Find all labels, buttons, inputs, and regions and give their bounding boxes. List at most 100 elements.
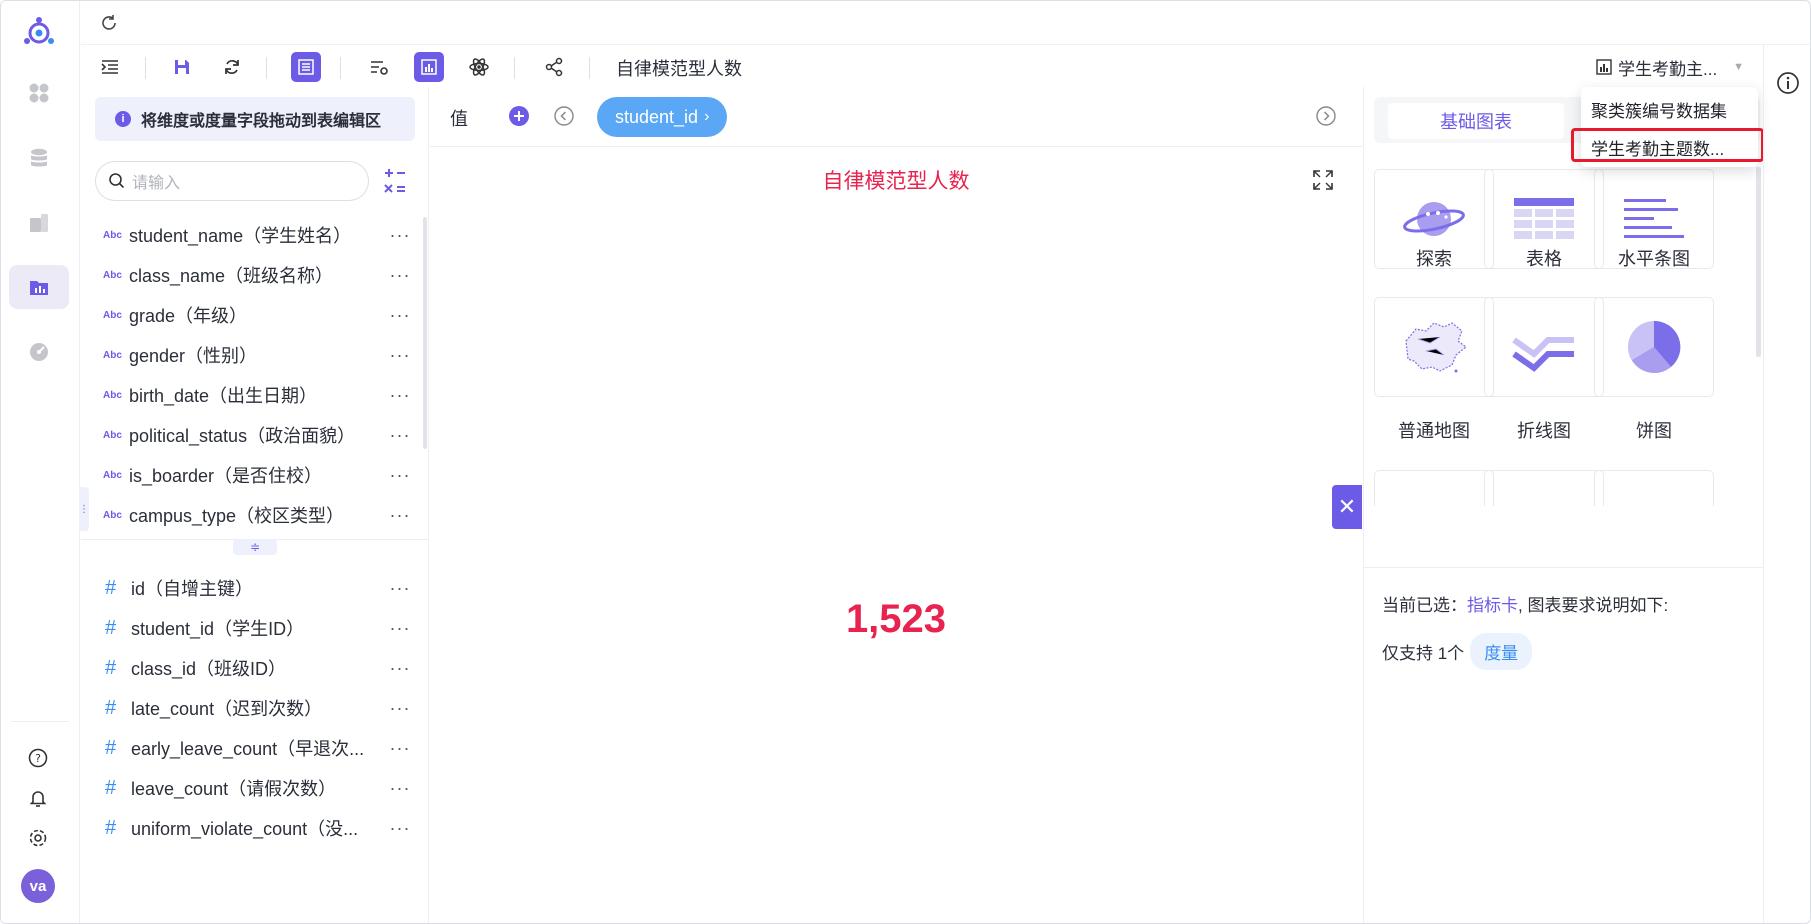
more-options-icon[interactable]: ··· [385, 465, 415, 486]
chart-card-line[interactable] [1484, 297, 1604, 397]
number-type-icon: # [105, 696, 117, 719]
text-type-icon: Abc [103, 349, 122, 361]
value-label: 值 [450, 109, 468, 129]
more-options-icon[interactable]: ··· [385, 505, 415, 526]
datasource-nav-icon[interactable] [9, 136, 69, 180]
dimension-field-item[interactable]: Abc political_status（政治面貌） ··· [95, 415, 415, 455]
field-name: grade（年级） [129, 306, 248, 326]
field-name: id（自增主键） [131, 579, 254, 599]
more-options-icon[interactable]: ··· [385, 578, 415, 599]
sync-icon[interactable] [217, 52, 247, 82]
dimension-field-item[interactable]: Abc campus_type（校区类型） ··· [95, 495, 415, 535]
dashboard-nav-icon[interactable] [9, 71, 69, 115]
app-logo[interactable] [19, 15, 59, 51]
number-type-icon: # [105, 776, 117, 799]
dataset-nav-icon[interactable] [9, 201, 69, 245]
pie-chart-icon [1628, 320, 1681, 373]
selected-chart-name[interactable]: 指标卡 [1467, 596, 1518, 615]
panel-resize-handle[interactable]: ⋮ [79, 487, 89, 531]
value-field-pill[interactable]: student_id › [597, 97, 728, 137]
more-options-icon[interactable]: ··· [385, 265, 415, 286]
dataset-chart-icon [1596, 59, 1612, 75]
more-options-icon[interactable]: ··· [385, 385, 415, 406]
dimension-field-item[interactable]: Abc class_name（班级名称） ··· [95, 255, 415, 295]
drag-hint: i 将维度或度量字段拖动到表编辑区 [95, 97, 415, 141]
settings-gear-icon[interactable] [27, 827, 49, 854]
dataset-selector[interactable]: 学生考勤主... ▼ [1596, 54, 1744, 80]
more-options-icon[interactable]: ··· [385, 818, 415, 839]
more-options-icon[interactable]: ··· [385, 305, 415, 326]
measure-field-item[interactable]: # student_id（学生ID） ··· [95, 608, 415, 648]
chart-card-map[interactable] [1374, 297, 1494, 397]
chart-card-partial[interactable] [1484, 470, 1604, 506]
more-options-icon[interactable]: ··· [385, 738, 415, 759]
more-options-icon[interactable]: ··· [385, 778, 415, 799]
add-field-icon[interactable] [508, 105, 530, 132]
top-bar [81, 1, 1810, 45]
number-type-icon: # [105, 576, 117, 599]
field-name: student_id（学生ID） [131, 619, 305, 639]
tab-basic-charts[interactable]: 基础图表 [1388, 103, 1564, 139]
search-icon [109, 173, 125, 189]
dimension-field-item[interactable]: Abc gender（性别） ··· [95, 335, 415, 375]
measure-field-item[interactable]: # id（自增主键） ··· [95, 568, 415, 608]
measure-field-item[interactable]: # uniform_violate_count（没... ··· [95, 808, 415, 848]
fullscreen-icon[interactable] [1312, 169, 1334, 196]
field-search-input[interactable]: 请输入 [95, 161, 369, 201]
share-icon[interactable] [539, 52, 569, 82]
save-icon[interactable] [167, 52, 197, 82]
chart-card-pie[interactable] [1594, 297, 1714, 397]
help-icon[interactable]: ? [27, 747, 49, 774]
field-name: student_name（学生姓名） [129, 226, 352, 246]
number-type-icon: # [105, 656, 117, 679]
chart-card-partial[interactable] [1374, 470, 1494, 506]
filter-settings-icon[interactable] [364, 52, 394, 82]
measure-field-item[interactable]: # class_id（班级ID） ··· [95, 648, 415, 688]
fields-scrollbar[interactable] [423, 217, 427, 449]
desc-suffix: , 图表要求说明如下: [1518, 596, 1669, 615]
more-options-icon[interactable]: ··· [385, 345, 415, 366]
bell-icon[interactable] [27, 787, 49, 814]
chart-name[interactable]: 自律模范型人数 [616, 55, 742, 81]
text-type-icon: Abc [103, 429, 122, 441]
more-options-icon[interactable]: ··· [385, 225, 415, 246]
field-name: uniform_violate_count（没... [131, 819, 359, 839]
dropdown-item-cluster-dataset[interactable]: 聚类簇编号数据集 [1591, 97, 1727, 122]
more-options-icon[interactable]: ··· [385, 658, 415, 679]
dimension-field-item[interactable]: Abc grade（年级） ··· [95, 295, 415, 335]
user-avatar[interactable]: va [21, 869, 55, 903]
scroll-right-icon[interactable] [1316, 106, 1336, 131]
fields-panel: i 将维度或度量字段拖动到表编辑区 请输入 Abc student_name（学生… [79, 87, 429, 923]
chart-type-panel: 基础图表 探索 表格 水平条图 普通地图 折线图 饼图 当前已选：指标卡, 图表… [1363, 87, 1764, 923]
info-icon[interactable] [1776, 71, 1800, 100]
chart-label-table: 表格 [1526, 249, 1562, 269]
close-chart-panel-icon[interactable]: ✕ [1332, 485, 1362, 529]
measure-field-item[interactable]: # late_count（迟到次数） ··· [95, 688, 415, 728]
field-name: class_name（班级名称） [129, 266, 334, 286]
measure-field-item[interactable]: # leave_count（请假次数） ··· [95, 768, 415, 808]
dimension-field-item[interactable]: Abc student_name（学生姓名） ··· [95, 215, 415, 255]
data-view-icon[interactable] [291, 52, 321, 82]
calculated-field-icon[interactable] [381, 167, 409, 200]
measure-field-item[interactable]: # early_leave_count（早退次... ··· [95, 728, 415, 768]
chart-label-map: 普通地图 [1398, 421, 1470, 441]
chart-view-icon[interactable] [414, 52, 444, 82]
field-name: political_status（政治面貌） [129, 426, 356, 446]
chart-nav-icon[interactable] [9, 265, 69, 309]
splitter-handle[interactable]: ≑ [233, 539, 277, 555]
svg-text:?: ? [35, 752, 41, 765]
more-options-icon[interactable]: ··· [385, 698, 415, 719]
field-name: campus_type（校区类型） [129, 506, 345, 526]
chart-label-line: 折线图 [1517, 421, 1571, 441]
chart-card-partial[interactable] [1594, 470, 1714, 506]
monitor-nav-icon[interactable] [9, 330, 69, 374]
collapse-panel-icon[interactable] [95, 52, 125, 82]
more-options-icon[interactable]: ··· [385, 425, 415, 446]
dimension-field-item[interactable]: Abc is_boarder（是否住校） ··· [95, 455, 415, 495]
dimension-field-item[interactable]: Abc birth_date（出生日期） ··· [95, 375, 415, 415]
atom-model-icon[interactable] [464, 52, 494, 82]
scroll-left-icon[interactable] [554, 106, 574, 131]
more-options-icon[interactable]: ··· [385, 618, 415, 639]
refresh-icon[interactable] [99, 13, 119, 38]
chart-cards-scrollbar[interactable] [1756, 167, 1761, 357]
